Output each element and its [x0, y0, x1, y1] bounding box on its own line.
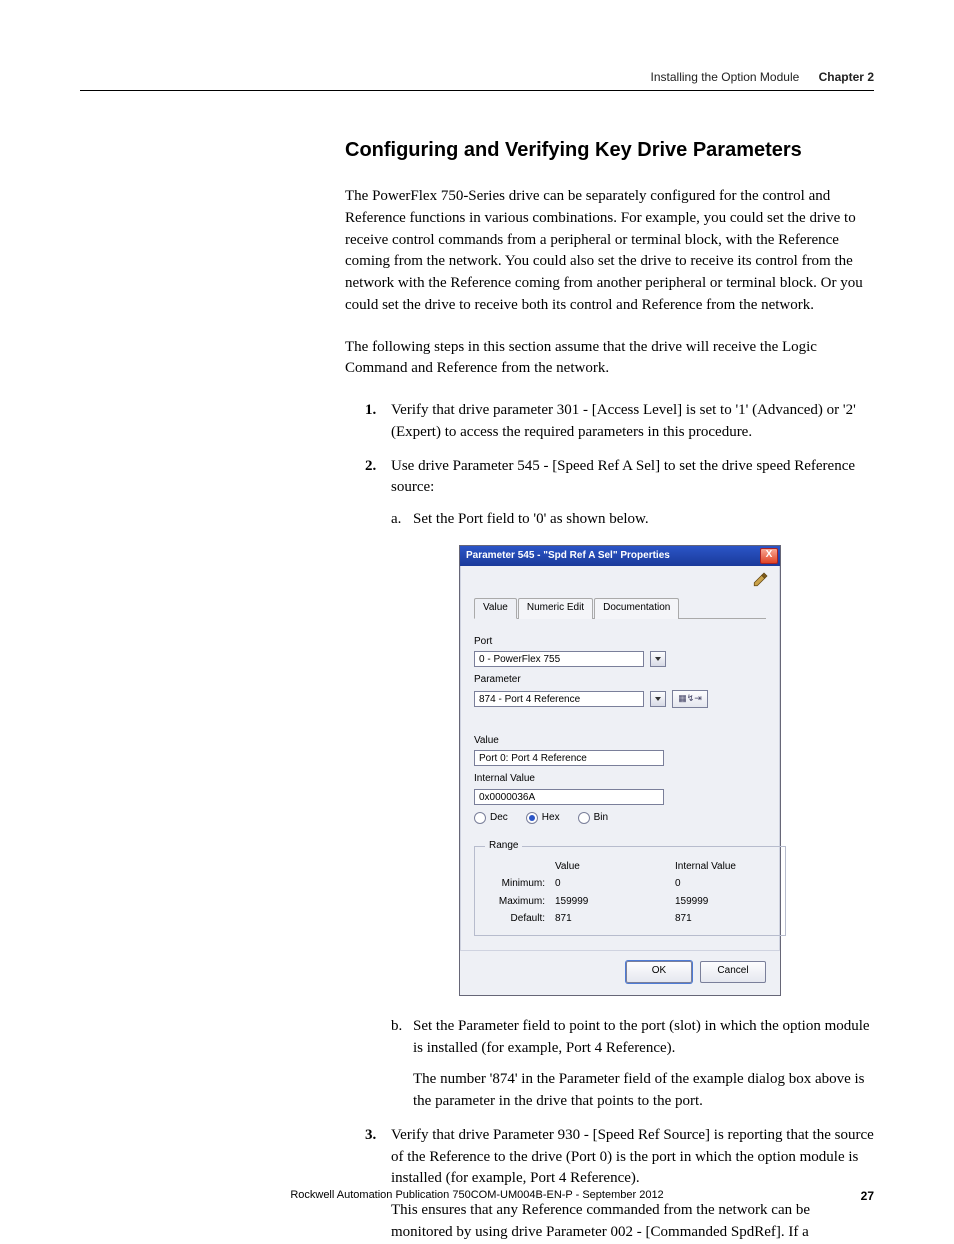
range-max-label: Maximum:: [485, 895, 555, 910]
step-2-text: Use drive Parameter 545 - [Speed Ref A S…: [391, 458, 855, 496]
parameter-properties-dialog: Parameter 545 - "Spd Ref A Sel" Properti…: [459, 545, 781, 996]
range-max-value: 159999: [555, 895, 675, 910]
header-section-name: Installing the Option Module: [651, 70, 800, 84]
radio-hex[interactable]: Hex: [526, 811, 560, 826]
step-2b: b. Set the Parameter field to point to t…: [391, 1016, 874, 1113]
page-footer: Rockwell Automation Publication 750COM-U…: [0, 1189, 954, 1201]
range-min-ivalue: 0: [675, 877, 775, 892]
parameter-picker-button[interactable]: ▦↯⇥: [672, 690, 708, 708]
radio-icon: [578, 812, 590, 824]
step-1-text: Verify that drive parameter 301 - [Acces…: [391, 402, 856, 440]
port-dropdown-button[interactable]: [650, 651, 666, 667]
tab-documentation[interactable]: Documentation: [594, 598, 679, 619]
step-2a: a. Set the Port field to '0' as shown be…: [391, 509, 874, 996]
range-header-ivalue: Internal Value: [675, 860, 775, 875]
dialog-edit-icon[interactable]: [460, 566, 780, 594]
range-max-ivalue: 159999: [675, 895, 775, 910]
radio-icon: [474, 812, 486, 824]
radio-bin-label: Bin: [594, 811, 608, 826]
tab-value[interactable]: Value: [474, 598, 517, 619]
value-label: Value: [474, 734, 766, 749]
radix-radios: Dec Hex Bin: [474, 811, 766, 826]
substep-marker: a.: [391, 509, 401, 531]
parameter-dropdown-button[interactable]: [650, 691, 666, 707]
parameter-select[interactable]: 874 - Port 4 Reference: [474, 691, 644, 707]
range-min-value: 0: [555, 877, 675, 892]
header-chapter: Chapter 2: [819, 70, 874, 84]
header-rule: [80, 90, 874, 91]
range-legend: Range: [485, 839, 522, 854]
port-select[interactable]: 0 - PowerFlex 755: [474, 651, 644, 667]
radio-dec-label: Dec: [490, 811, 508, 826]
dialog-titlebar[interactable]: Parameter 545 - "Spd Ref A Sel" Properti…: [460, 546, 780, 566]
parameter-label: Parameter: [474, 673, 766, 688]
intro-paragraph-1: The PowerFlex 750-Series drive can be se…: [345, 186, 874, 317]
range-header-value: Value: [555, 860, 675, 875]
cancel-button[interactable]: Cancel: [700, 961, 766, 983]
radio-icon: [526, 812, 538, 824]
dialog-button-bar: OK Cancel: [460, 950, 780, 995]
step-2: Use drive Parameter 545 - [Speed Ref A S…: [365, 456, 874, 1113]
footer-page-number: 27: [861, 1189, 874, 1203]
dialog-close-button[interactable]: X: [760, 548, 778, 564]
substep-marker: b.: [391, 1016, 402, 1038]
radio-bin[interactable]: Bin: [578, 811, 608, 826]
section-title: Configuring and Verifying Key Drive Para…: [345, 139, 874, 162]
ok-button[interactable]: OK: [626, 961, 692, 983]
range-def-label: Default:: [485, 912, 555, 927]
range-def-ivalue: 871: [675, 912, 775, 927]
step-2b-text: Set the Parameter field to point to the …: [413, 1018, 870, 1056]
main-content: Configuring and Verifying Key Drive Para…: [345, 139, 874, 1244]
intro-paragraph-2: The following steps in this section assu…: [345, 337, 874, 381]
range-fieldset: Range Value Internal Value Minimum: 0 0: [474, 839, 786, 936]
picker-icon: ▦↯⇥: [678, 692, 702, 705]
pencil-icon: [752, 570, 770, 588]
dialog-body: Value Numeric Edit Documentation Port 0 …: [460, 593, 780, 950]
radio-dec[interactable]: Dec: [474, 811, 508, 826]
tab-numeric-edit[interactable]: Numeric Edit: [518, 598, 593, 619]
step-2-substeps: a. Set the Port field to '0' as shown be…: [391, 509, 874, 1113]
step-2a-text: Set the Port field to '0' as shown below…: [413, 511, 649, 527]
radio-hex-label: Hex: [542, 811, 560, 826]
internal-value-field[interactable]: 0x0000036A: [474, 789, 664, 805]
step-2b-follow: The number '874' in the Parameter field …: [413, 1069, 874, 1113]
numbered-steps: Verify that drive parameter 301 - [Acces…: [365, 400, 874, 1244]
step-3-text: Verify that drive Parameter 930 - [Speed…: [391, 1127, 874, 1187]
footer-publication: Rockwell Automation Publication 750COM-U…: [290, 1189, 663, 1201]
port-label: Port: [474, 635, 766, 650]
step-3-follow: This ensures that any Reference commande…: [391, 1200, 874, 1244]
page-header: Installing the Option Module Chapter 2: [80, 70, 874, 99]
range-min-label: Minimum:: [485, 877, 555, 892]
internal-value-label: Internal Value: [474, 772, 766, 787]
step-3: Verify that drive Parameter 930 - [Speed…: [365, 1125, 874, 1244]
value-field[interactable]: Port 0: Port 4 Reference: [474, 750, 664, 766]
dialog-title: Parameter 545 - "Spd Ref A Sel" Properti…: [466, 549, 670, 564]
step-1: Verify that drive parameter 301 - [Acces…: [365, 400, 874, 444]
dialog-tabs: Value Numeric Edit Documentation: [474, 597, 766, 619]
close-icon: X: [766, 549, 773, 560]
range-def-value: 871: [555, 912, 675, 927]
